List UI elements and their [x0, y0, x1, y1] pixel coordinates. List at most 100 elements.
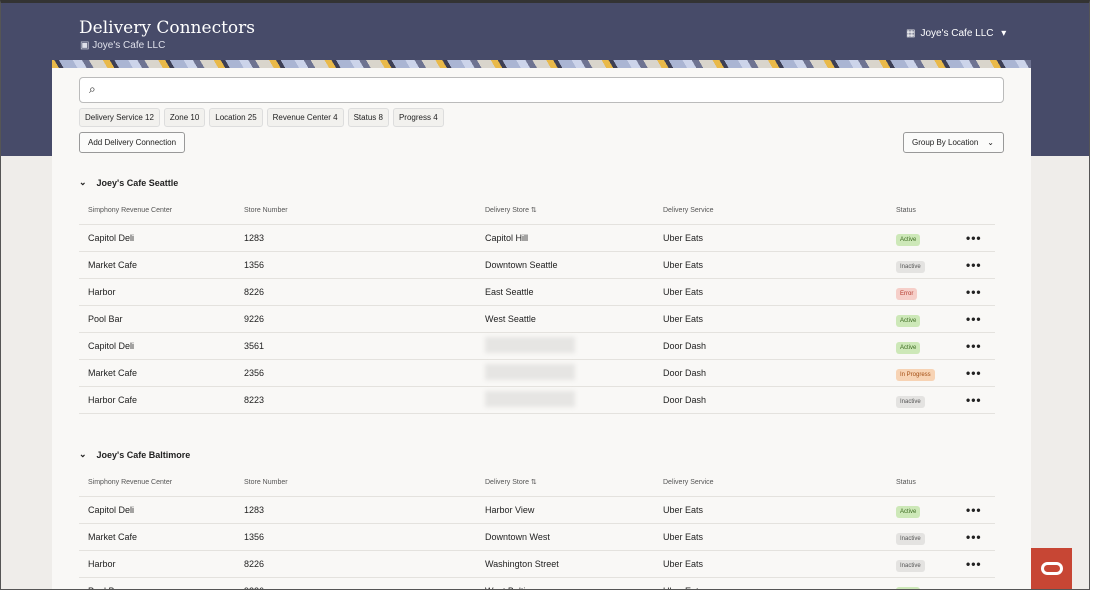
chevron-down-icon: ⌄ [79, 177, 87, 187]
actions-header [966, 197, 995, 225]
status-cell: Inactive [896, 523, 966, 551]
status-badge: Inactive [896, 559, 925, 572]
table-row[interactable]: Harbor 8226 Washington Street Uber Eats Inac… [79, 550, 995, 578]
content-card: ⌕ Delivery Service 12 Zone 10 Location 25 R… [52, 60, 1031, 589]
status-cell: Inactive [896, 386, 966, 414]
more-actions-button[interactable]: ••• [966, 386, 995, 414]
status-badge: Active [896, 586, 921, 589]
filter-chip[interactable]: Location 25 [209, 108, 263, 127]
filter-chip[interactable]: Status 8 [347, 108, 389, 127]
column-label: Store Number [244, 478, 288, 486]
table-cell: 3561 [244, 332, 485, 360]
search-input[interactable]: ⌕ [79, 77, 1004, 103]
more-actions-button[interactable]: ••• [966, 278, 995, 306]
table-cell: 8226 [244, 550, 485, 578]
table-cell: Pool Bar [79, 577, 244, 589]
status-badge: Inactive [896, 260, 925, 273]
table-cell: 2356 [244, 359, 485, 387]
more-actions-button[interactable]: ••• [966, 496, 995, 524]
table-row[interactable]: Pool Bar9226West BaltimoreUber EatsActiv… [79, 577, 995, 589]
org-selector[interactable]: ▦ Joye's Cafe LLC ▾ [906, 28, 1006, 39]
delivery-store-cell [485, 359, 663, 387]
column-header: Status [896, 197, 966, 225]
more-actions-button[interactable]: ••• [966, 305, 995, 333]
company-name: Joye's Cafe LLC [92, 40, 166, 51]
page-title: Delivery Connectors [79, 18, 256, 38]
status-badge: Active [896, 233, 921, 246]
table-row[interactable]: Market Cafe 1356 Downtown West Uber Eats Ina… [79, 523, 995, 551]
table-cell: Door Dash [663, 359, 896, 387]
add-delivery-connection-button[interactable]: Add Delivery Connection [79, 132, 186, 153]
more-actions-button[interactable]: ••• [966, 224, 995, 252]
actions-header [966, 469, 995, 497]
table-cell: Uber Eats [663, 251, 896, 279]
table-cell: Market Cafe [79, 359, 244, 387]
table-cell: Harbor [79, 550, 244, 578]
column-header: Status [896, 469, 966, 497]
table-cell: Market Cafe [79, 523, 244, 551]
app-window: Delivery Connectors ▣ Joye's Cafe LLC ▦ J… [0, 0, 1090, 590]
table-cell: Uber Eats [663, 305, 896, 333]
status-cell: Error [896, 278, 966, 306]
filter-chip[interactable]: Delivery Service 12 [79, 108, 160, 127]
table-cell: Pool Bar [79, 305, 244, 333]
column-label: Delivery Store [485, 207, 529, 215]
table-cell: 1283 [244, 224, 485, 252]
column-label: Status [896, 206, 916, 214]
table-cell: 9226 [244, 305, 485, 333]
table-row[interactable]: Harbor 8226 East Seattle Uber Eats Error ••• [79, 278, 995, 306]
table-row[interactable]: Capitol Deli 1283 Capitol Hill Uber Eats Act… [79, 224, 995, 252]
status-cell: Inactive [896, 550, 966, 578]
chevron-down-icon: ⌄ [987, 138, 994, 147]
table-row[interactable]: Capitol Deli 1283 Harbor View Uber Eats Acti… [79, 496, 995, 524]
table-cell: Uber Eats [663, 496, 896, 524]
group-by-select[interactable]: Group By Location ⌄ [903, 132, 1004, 153]
column-header[interactable]: Delivery Store ⇅ [485, 469, 663, 497]
more-actions-button[interactable]: ••• [966, 332, 995, 360]
table-row[interactable]: Harbor Cafe 8223 Door Dash Inactive ••• [79, 386, 995, 414]
table-cell: Uber Eats [663, 523, 896, 551]
table-cell: Door Dash [663, 386, 896, 414]
table-cell: Harbor View [485, 496, 663, 524]
oracle-logo-icon [1040, 562, 1063, 575]
filter-chip[interactable]: Progress 4 [392, 108, 444, 127]
status-cell: In Progress [896, 359, 966, 387]
more-actions-button[interactable]: ••• [966, 550, 995, 578]
search-icon: ⌕ [89, 82, 96, 96]
column-label: Simphony Revenue Center [88, 478, 173, 486]
filter-chip[interactable]: Zone 10 [163, 108, 206, 127]
group-header[interactable]: ⌄ Joey's Cafe Seattle [79, 177, 178, 188]
table-cell: Uber Eats [663, 550, 896, 578]
more-actions-button[interactable]: ••• [966, 359, 995, 387]
table-row[interactable]: Market Cafe 2356 Door Dash In Progress ••• [79, 359, 995, 387]
column-header: Simphony Revenue Center [79, 197, 244, 225]
table-cell: West Baltimore [485, 577, 663, 589]
more-actions-button[interactable]: ••• [966, 251, 995, 279]
more-actions-button[interactable]: ••• [966, 523, 995, 551]
decorative-banner [52, 60, 1031, 68]
column-header[interactable]: Delivery Store ⇅ [485, 197, 663, 225]
column-label: Simphony Revenue Center [88, 206, 173, 214]
group-header[interactable]: ⌄ Joey's Cafe Baltimore [79, 449, 190, 460]
table-row[interactable]: Capitol Deli 3561 Door Dash Active ••• [79, 332, 995, 360]
table-row[interactable]: Pool Bar 9226 West Seattle Uber Eats Active •… [79, 305, 995, 333]
table-header-row: Simphony Revenue Center Store Number Deliv… [79, 197, 995, 225]
status-badge: Active [896, 314, 921, 327]
redacted-value [485, 390, 575, 407]
oracle-assistant-button[interactable] [1031, 548, 1072, 589]
sort-icon[interactable]: ⇅ [531, 479, 537, 486]
table-row[interactable]: Market Cafe 1356 Downtown Seattle Uber Eats… [79, 251, 995, 279]
table-cell: Uber Eats [663, 278, 896, 306]
table-cell: Uber Eats [663, 577, 896, 589]
sort-icon[interactable]: ⇅ [531, 207, 537, 214]
column-header: Simphony Revenue Center [79, 469, 244, 497]
table-cell: West Seattle [485, 305, 663, 333]
filter-chip[interactable]: Revenue Center 4 [266, 108, 344, 127]
status-cell: Active [896, 496, 966, 524]
table-cell: Downtown West [485, 523, 663, 551]
more-actions-button[interactable]: ••• [966, 577, 995, 589]
status-badge: Inactive [896, 532, 925, 545]
connections-table: Simphony Revenue Center Store Number Deliv… [79, 197, 995, 414]
column-header: Store Number [244, 197, 485, 225]
table-cell: Market Cafe [79, 251, 244, 279]
